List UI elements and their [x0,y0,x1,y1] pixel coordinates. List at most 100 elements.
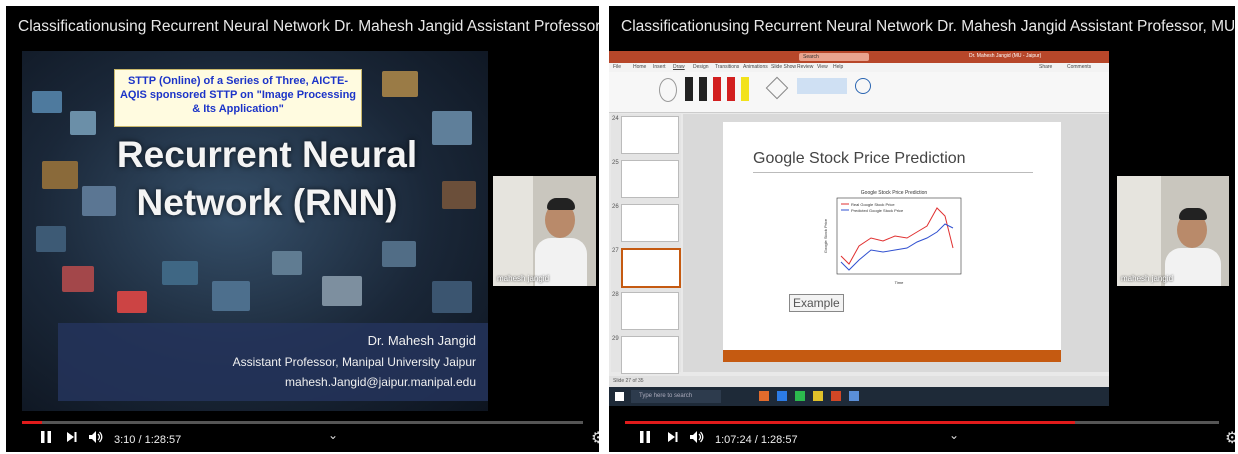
banner-line: AQIS sponsored STTP on "Image Processing [119,89,357,101]
time-display: 1:07:24 / 1:28:57 [715,434,798,446]
presenter-camera: mahesh jangid [1117,176,1229,286]
stock-chart: Google Stock Price Prediction Real Googl… [823,190,962,285]
ppt-titlebar: Search Dr. Mahesh Jangid (MU - Jaipur) [609,51,1109,63]
legend-real: Real Google Stock Price [851,202,895,207]
gear-icon[interactable]: ⚙ [1225,428,1235,448]
taskbar-search[interactable]: Type here to search [631,390,721,403]
presenter-camera: mahesh jangid [493,176,596,286]
video-player-left[interactable]: Classificationusing Recurrent Neural Net… [6,6,599,452]
app-icon[interactable] [813,391,823,401]
tab-file[interactable]: File [613,64,621,70]
player-controls: 3:10 / 1:28:57 ⌄ ⚙ [6,426,599,452]
progress-fill [625,421,1076,424]
tab-help[interactable]: Help [833,64,843,70]
decor-tile [62,266,94,292]
slide-thumbnails: 24 25 26 27 28 29 [611,114,681,374]
convert-tools-icon[interactable] [797,78,847,94]
ppt-user: Dr. Mahesh Jangid (MU - Jaipur) [969,53,1042,59]
progress-fill [22,421,43,424]
pen-red2-icon[interactable] [727,77,735,101]
slide-footer-bar [723,350,1061,362]
pen-black-icon[interactable] [685,77,693,101]
chart-title: Google Stock Price Prediction [861,190,928,196]
tab-home[interactable]: Home [633,64,646,70]
app-icon[interactable] [777,391,787,401]
slide-thumbnail[interactable] [621,116,679,154]
tab-draw[interactable]: Draw [673,64,685,70]
slide-thumbnail[interactable] [621,292,679,330]
presenter-shirt [1165,248,1221,286]
tab-insert[interactable]: Insert [653,64,666,70]
thumb-num: 25 [612,160,619,166]
current-slide: Google Stock Price Prediction Google Sto… [723,122,1061,350]
decor-tile [382,241,416,267]
volume-icon[interactable] [88,430,104,449]
highlighter-icon[interactable] [741,77,749,101]
thumb-num: 28 [612,292,619,298]
volume-icon[interactable] [689,430,705,449]
player-controls: 1:07:24 / 1:28:57 ⌄ ⚙ [609,426,1235,452]
sttp-banner: STTP (Online) of a Series of Three, AICT… [114,69,362,127]
share-button[interactable]: Share [1039,64,1052,70]
camera-label: mahesh jangid [1121,274,1174,283]
slide-thumbnail[interactable] [621,160,679,198]
lecture-slide: STTP (Online) of a Series of Three, AICT… [22,51,488,411]
slide-title-line: Network (RNN) [136,182,398,223]
presenter-hair [1179,208,1207,220]
slide-title-line: Recurrent Neural [116,134,418,175]
powerpoint-taskbar-icon[interactable] [831,391,841,401]
tab-review[interactable]: Review [797,64,813,70]
progress-bar[interactable] [22,421,583,424]
windows-taskbar: Type here to search [609,387,1109,406]
ppt-tabs: File Home Insert Draw Design Transitions… [609,63,1109,72]
decor-tile [382,71,418,97]
lasso-icon[interactable] [659,78,677,102]
thumb-num: 27 [612,248,619,254]
ruler-icon[interactable] [765,76,789,100]
decor-tile [117,291,147,313]
pen-red-icon[interactable] [713,77,721,101]
thumb-num: 26 [612,204,619,210]
search-label: Search [803,54,819,60]
tab-view[interactable]: View [817,64,828,70]
pen-dark-icon[interactable] [699,77,707,101]
pause-icon[interactable] [40,430,52,449]
slide-heading: Google Stock Price Prediction [753,150,966,167]
thumb-num: 24 [612,116,619,122]
example-textbox[interactable]: Example [789,294,844,312]
legend-pred: Predicted Google Stock Price [851,208,904,213]
decor-tile [70,111,96,135]
decor-tile [36,226,66,252]
gear-icon[interactable]: ⚙ [591,428,599,448]
next-icon[interactable] [667,430,679,449]
tab-transitions[interactable]: Transitions [715,64,739,70]
progress-bar[interactable] [625,421,1219,424]
pause-icon[interactable] [639,430,651,449]
ppt-search[interactable]: Search [799,53,869,61]
slide-thumbnail-selected[interactable] [621,248,681,288]
tab-animations[interactable]: Animations [743,64,768,70]
video-player-right[interactable]: Classificationusing Recurrent Neural Net… [609,6,1235,452]
author-email: mahesh.Jangid@jaipur.manipal.edu [285,375,476,389]
author-name: Dr. Mahesh Jangid [367,333,476,348]
slide-thumbnail[interactable] [621,204,679,242]
decor-tile [42,161,78,189]
slide-thumbnail[interactable] [621,336,679,374]
ink-replay-icon[interactable] [855,78,871,94]
ppt-ribbon [609,72,1109,113]
app-icon[interactable] [795,391,805,401]
app-icon[interactable] [759,391,769,401]
chevron-down-icon[interactable]: ⌄ [949,428,959,442]
app-icon[interactable] [849,391,859,401]
video-title[interactable]: Classificationusing Recurrent Neural Net… [621,18,1235,36]
video-title[interactable]: Classificationusing Recurrent Neural Net… [18,18,599,36]
tab-design[interactable]: Design [693,64,709,70]
windows-start-icon[interactable] [615,392,624,401]
comments-button[interactable]: Comments [1067,64,1091,70]
next-icon[interactable] [66,430,78,449]
window-blinds [1117,176,1161,286]
tab-slide-show[interactable]: Slide Show [771,64,796,70]
x-axis-label: Time [895,280,905,285]
decor-tile [212,281,250,311]
chevron-down-icon[interactable]: ⌄ [328,428,338,442]
